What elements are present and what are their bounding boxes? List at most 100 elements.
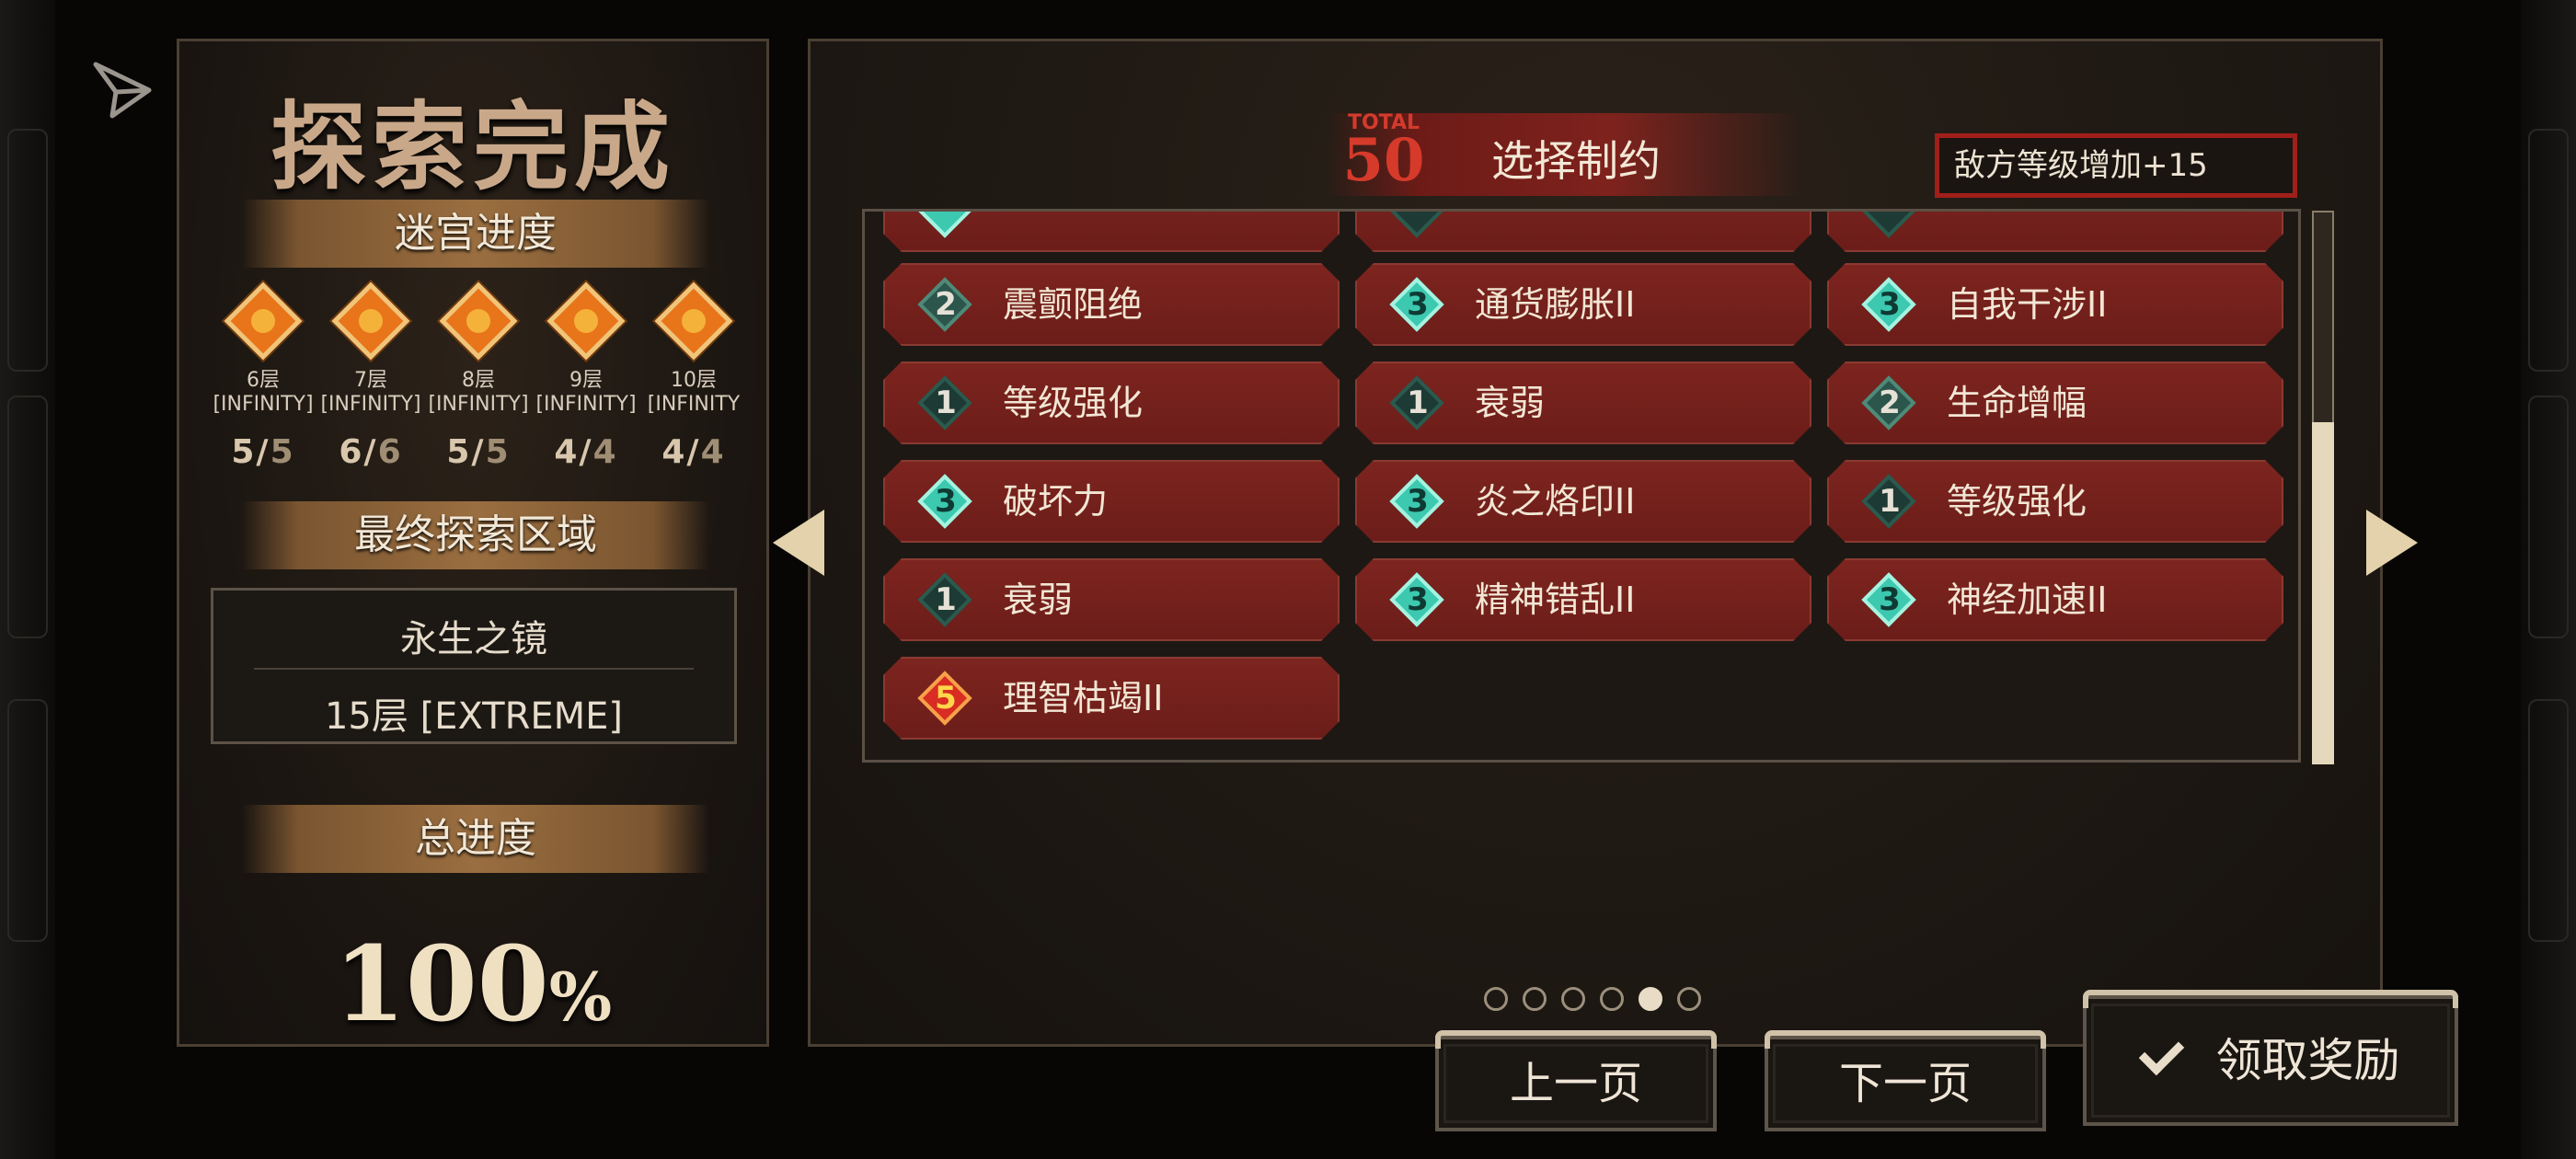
page-dot[interactable] <box>1561 987 1585 1011</box>
restriction-tile[interactable]: 5 理智枯竭II <box>883 657 1340 740</box>
restriction-name: 神经加速II <box>1947 580 2108 620</box>
restriction-name: 等级强化 <box>1947 481 2087 522</box>
final-area-banner: 最终探索区域 <box>242 501 709 569</box>
floor-gem-icon <box>439 281 518 361</box>
restriction-name: 通货膨胀II <box>1475 284 1636 325</box>
floor-item: 8层 [INFINITY] 5/5 <box>424 281 533 471</box>
page-title: 探索完成 <box>270 90 675 203</box>
total-progress-value: 100% <box>333 924 613 1045</box>
restriction-name: 震颤阻绝 <box>1003 284 1144 325</box>
floor-item: 7层 [INFINITY] 6/6 <box>316 281 425 471</box>
restriction-name: 破坏力 <box>1003 481 1109 522</box>
floor-progress: 5/5 <box>446 433 511 471</box>
level-diamond-icon <box>917 209 972 238</box>
restriction-level: 3 <box>1407 581 1429 618</box>
restriction-name: 炎之烙印II <box>1475 481 1636 522</box>
restriction-select-panel: TOTAL 50 选择制约 敌方等级增加+15 2 震颤阻绝 3 通货膨胀II 3 自我干… <box>808 39 2383 1047</box>
restriction-tile[interactable]: 1 衰弱 <box>883 558 1340 641</box>
page-dot[interactable] <box>1600 987 1624 1011</box>
restriction-level: 3 <box>1879 581 1901 618</box>
floor-name: 6层 <box>247 369 280 392</box>
check-icon <box>2138 1029 2184 1076</box>
next-page-button[interactable]: 下一页 <box>1765 1030 2046 1131</box>
restriction-tile[interactable]: 1 衰弱 <box>1355 361 1811 444</box>
restriction-tile[interactable]: 3 神经加速II <box>1827 558 2283 641</box>
floor-progress: 6/6 <box>339 433 403 471</box>
floor-gem-icon <box>331 281 410 361</box>
level-diamond-icon <box>1389 209 1443 238</box>
restriction-name: 生命增幅 <box>1947 383 2087 423</box>
restriction-tile[interactable]: 2 震颤阻绝 <box>883 263 1340 346</box>
floor-mode: [INFINITY] <box>213 393 314 416</box>
final-area-floor: 15层 [EXTREME] <box>324 695 624 738</box>
left-arrow-icon[interactable] <box>773 510 824 576</box>
floor-gem-icon <box>546 281 626 361</box>
divider <box>254 668 694 670</box>
restriction-level: 3 <box>1407 286 1429 323</box>
page-dot[interactable] <box>1677 987 1701 1011</box>
restriction-tile[interactable]: 1 等级强化 <box>1827 460 2283 543</box>
floor-item: 6层 [INFINITY] 5/5 <box>209 281 317 471</box>
claim-reward-button[interactable]: 领取奖励 <box>2083 990 2458 1126</box>
restriction-tile-partial[interactable] <box>1827 209 2283 252</box>
left-edge-decoration <box>0 0 55 1159</box>
restriction-tile[interactable]: 3 通货膨胀II <box>1355 263 1811 346</box>
maze-progress-banner: 迷宫进度 <box>242 200 709 268</box>
prev-page-button[interactable]: 上一页 <box>1435 1030 1717 1131</box>
restriction-name: 精神错乱II <box>1475 580 1636 620</box>
right-edge-decoration <box>2521 0 2576 1159</box>
restriction-level: 1 <box>1879 483 1901 520</box>
claim-reward-label: 领取奖励 <box>2215 1034 2400 1087</box>
restriction-tile[interactable]: 3 精神错乱II <box>1355 558 1811 641</box>
floor-name: 10层 <box>671 369 717 392</box>
total-badge: TOTAL 50 <box>1342 113 1425 195</box>
floor-progress: 5/5 <box>231 433 295 471</box>
restriction-tile[interactable]: 3 自我干涉II <box>1827 263 2283 346</box>
restriction-level: 1 <box>1407 384 1429 421</box>
floor-progress: 4/4 <box>554 433 618 471</box>
page-dot[interactable] <box>1484 987 1508 1011</box>
restriction-tile[interactable]: 3 炎之烙印II <box>1355 460 1811 543</box>
restriction-level: 3 <box>1407 483 1429 520</box>
total-value: 50 <box>1342 126 1425 195</box>
restriction-name: 等级强化 <box>1003 383 1144 423</box>
exploration-summary-panel: 探索完成 迷宫进度 6层 [INFINITY] 5/5 7层 [INFINITY… <box>177 39 769 1047</box>
restriction-tile[interactable]: 2 生命增幅 <box>1827 361 2283 444</box>
floor-name: 8层 <box>462 369 495 392</box>
restriction-tile-partial[interactable] <box>1355 209 1811 252</box>
floor-mode: [INFINITY] <box>320 393 421 416</box>
send-icon[interactable] <box>90 57 155 121</box>
restriction-grid: 2 震颤阻绝 3 通货膨胀II 3 自我干涉II 1 等级强化 1 衰弱 2 生命增幅 3 破坏力 3 炎之烙… <box>862 209 2301 763</box>
floor-progress: 4/4 <box>661 433 726 471</box>
right-arrow-icon[interactable] <box>2366 510 2418 576</box>
restriction-level: 3 <box>1879 286 1901 323</box>
restriction-level: 3 <box>935 483 957 520</box>
floor-mode: [INFINITY] <box>535 393 637 416</box>
restriction-level: 5 <box>935 680 957 717</box>
panel-title: 选择制约 <box>1491 136 1661 186</box>
floor-item: 9层 [INFINITY] 4/4 <box>532 281 640 471</box>
restriction-level: 2 <box>1879 384 1901 421</box>
floor-progress-list: 6层 [INFINITY] 5/5 7层 [INFINITY] 6/6 8层 [… <box>209 281 740 503</box>
restriction-name: 衰弱 <box>1475 383 1546 423</box>
total-progress-banner: 总进度 <box>242 805 709 873</box>
floor-mode: [INFINITY] <box>428 393 529 416</box>
page-dot[interactable] <box>1639 987 1662 1011</box>
floor-name: 7层 <box>354 369 387 392</box>
page-dot[interactable] <box>1523 987 1547 1011</box>
restriction-level: 1 <box>935 384 957 421</box>
restriction-tile-partial[interactable] <box>883 209 1340 252</box>
selected-restriction-display[interactable]: 敌方等级增加+15 <box>1935 133 2297 198</box>
restriction-name: 理智枯竭II <box>1003 678 1164 718</box>
restriction-tile[interactable]: 1 等级强化 <box>883 361 1340 444</box>
restriction-level: 1 <box>935 581 957 618</box>
floor-name: 9层 <box>569 369 603 392</box>
floor-mode: [INFINITY <box>647 393 741 416</box>
restriction-name: 自我干涉II <box>1947 284 2108 325</box>
floor-gem-icon <box>224 281 303 361</box>
restriction-tile[interactable]: 3 破坏力 <box>883 460 1340 543</box>
floor-item: 10层 [INFINITY 4/4 <box>639 281 748 471</box>
restriction-name: 衰弱 <box>1003 580 1074 620</box>
scrollbar-thumb[interactable] <box>2312 422 2334 764</box>
restriction-level: 2 <box>935 286 957 323</box>
